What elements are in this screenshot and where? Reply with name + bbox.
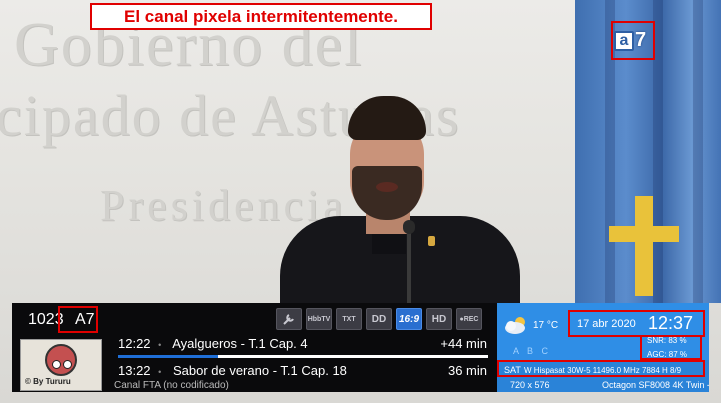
event-title: Sabor de verano - bbox=[172, 363, 278, 378]
video-resolution: 720 x 576 bbox=[510, 380, 550, 390]
event-episode: T.1 Cap. 18 bbox=[280, 363, 347, 378]
annotation-caption: El canal pixela intermitentemente. bbox=[90, 3, 432, 30]
next-event[interactable]: 13:22 • Sabor de verano - T.1 Cap. 18 bbox=[118, 363, 347, 378]
dolby-icon[interactable]: DD bbox=[366, 308, 392, 330]
abc-indicator: A B C bbox=[513, 346, 552, 356]
event-time: 12:22 bbox=[118, 336, 151, 351]
encryption-status: Canal FTA (no codificado) bbox=[114, 380, 229, 391]
callout-signal bbox=[640, 335, 702, 360]
event-progress-bar bbox=[118, 355, 488, 358]
teletext-icon[interactable]: TXT bbox=[336, 308, 362, 330]
feature-icons: HbbTV TXT DD 16:9 HD ●REC bbox=[276, 308, 482, 330]
aspect-16-9-icon[interactable]: 16:9 bbox=[396, 308, 422, 330]
thumbnail-watermark: © By Tururu bbox=[25, 377, 71, 386]
cloud-sun-icon bbox=[504, 315, 528, 335]
callout-channel-name bbox=[58, 306, 98, 333]
event-title: Ayalgueros - bbox=[172, 336, 245, 351]
current-event[interactable]: 12:22 • Ayalgueros - T.1 Cap. 4 bbox=[118, 336, 308, 351]
event-time: 13:22 bbox=[118, 363, 151, 378]
receiver-model: Octagon SF8008 4K Twin - bbox=[602, 380, 709, 390]
event-remaining: +44 min bbox=[440, 336, 487, 351]
event-progress-fill bbox=[118, 355, 218, 358]
wrench-icon[interactable] bbox=[276, 308, 302, 330]
separator-dot: • bbox=[158, 367, 162, 377]
callout-satellite bbox=[497, 360, 705, 377]
event-episode: T.1 Cap. 4 bbox=[248, 336, 308, 351]
rec-icon[interactable]: ●REC bbox=[456, 308, 482, 330]
event-remaining: 36 min bbox=[447, 363, 487, 378]
microphone bbox=[407, 224, 411, 304]
hd-icon[interactable]: HD bbox=[426, 308, 452, 330]
lapel-pin bbox=[428, 236, 435, 246]
separator-dot: • bbox=[158, 340, 162, 350]
callout-logo bbox=[611, 21, 655, 60]
channel-thumbnail: © By Tururu bbox=[20, 339, 102, 391]
temperature: 17 °C bbox=[533, 320, 559, 331]
speaker bbox=[280, 96, 520, 316]
hbbtv-icon[interactable]: HbbTV bbox=[306, 308, 332, 330]
callout-datetime bbox=[568, 310, 705, 337]
